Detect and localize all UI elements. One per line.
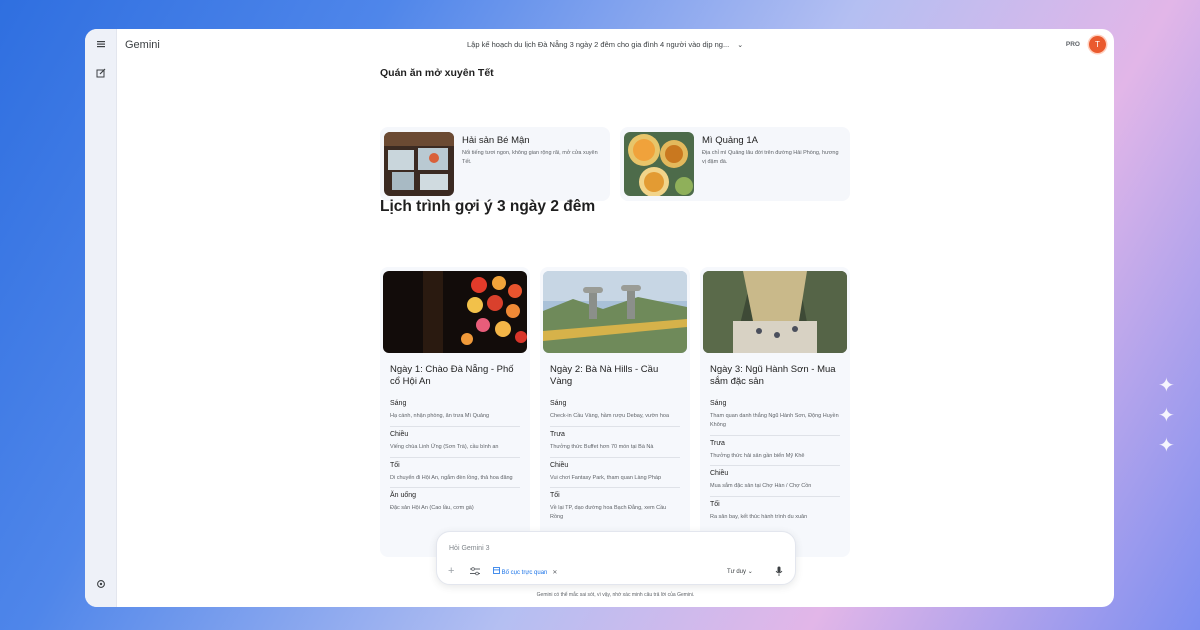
plan-badge: PRO	[1065, 41, 1080, 48]
day-section: Trưa Thưởng thức hải sản gần biển Mỹ Khê	[710, 436, 840, 467]
sparkle-icon: ✦	[1158, 405, 1175, 427]
conversation-title[interactable]: Lập kế hoạch du lịch Đà Nẵng 3 ngày 2 đê…	[467, 40, 743, 49]
section-text: Mua sắm đặc sản tại Chợ Hàn / Chợ Cồn	[710, 483, 812, 490]
mode-selector[interactable]: Tư duy ⌄	[727, 568, 753, 575]
restaurant-description: Nổi tiếng tươi ngon, không gian rộng rãi…	[462, 150, 598, 165]
section-label: Ăn uống	[390, 492, 417, 500]
avatar[interactable]: T	[1089, 36, 1106, 53]
day-photo	[383, 271, 527, 353]
restaurants-heading: Quán ăn mở xuyên Tết	[380, 67, 494, 79]
section-label: Tối	[390, 461, 400, 469]
section-label: Trưa	[550, 430, 565, 438]
section-text: Ra sân bay, kết thúc hành trình du xuân	[710, 514, 808, 521]
visual-layout-chip[interactable]: Bố cục trực quan ✕	[493, 567, 557, 576]
prompt-composer[interactable]: Hỏi Gemini 3 + Bố cục trực quan ✕ Tư duy …	[436, 531, 796, 585]
section-label: Tối	[710, 501, 720, 509]
section-label: Tối	[550, 492, 560, 500]
day-section: Chiều Viếng chùa Linh Ứng (Sơn Trà), cầu…	[390, 427, 520, 458]
restaurant-name: Mì Quảng 1A	[702, 135, 758, 146]
prompt-input[interactable]: Hỏi Gemini 3	[449, 545, 489, 552]
top-bar: Gemini Lập kế hoạch du lịch Đà Nẵng 3 ng…	[117, 29, 1114, 61]
section-label: Trưa	[710, 439, 725, 447]
day-section: Sáng Hạ cánh, nhận phòng, ăn trưa Mì Quả…	[390, 396, 520, 427]
plus-icon[interactable]: +	[448, 565, 454, 577]
section-text: Thưởng thức hải sản gần biển Mỹ Khê	[710, 452, 805, 459]
day-card[interactable]: Ngày 2: Bà Nà Hills - Cầu Vàng Sáng Chec…	[540, 267, 690, 557]
tools-icon[interactable]	[470, 567, 480, 578]
day-section: Tối Di chuyển đi Hội An, ngắm đèn lồng, …	[390, 458, 520, 489]
day-section: Chiều Mua sắm đặc sản tại Chợ Hàn / Chợ …	[710, 466, 840, 498]
day-section: Sáng Tham quan danh thắng Ngũ Hành Sơn, …	[710, 396, 840, 436]
app-name: Gemini	[125, 39, 160, 51]
day-photo	[543, 271, 687, 353]
day-sections: Sáng Hạ cánh, nhận phòng, ăn trưa Mì Quả…	[390, 396, 520, 518]
itinerary-heading: Lịch trình gợi ý 3 ngày 2 đêm	[380, 198, 596, 215]
chevron-down-icon: ⌄	[747, 569, 753, 575]
section-label: Sáng	[550, 400, 567, 407]
layout-icon	[493, 567, 502, 576]
sparkle-icon: ✦	[1158, 435, 1175, 457]
section-text: Đặc sản Hội An (Cao lầu, cơm gà)	[390, 505, 474, 512]
sidebar-rail	[85, 29, 117, 607]
restaurant-description: Địa chỉ mì Quảng lâu đời trên đường Hải …	[702, 150, 839, 165]
chip-label: Bố cục trực quan	[501, 570, 548, 576]
mode-label: Tư duy	[727, 569, 747, 575]
day-section: Tối Ra sân bay, kết thúc hành trình du x…	[710, 497, 840, 527]
edit-icon[interactable]	[93, 67, 109, 83]
day-photo	[703, 271, 847, 353]
day-section: Tối Về lại TP, dạo đường hoa Bạch Đằng, …	[550, 488, 680, 527]
day-title: Ngày 3: Ngũ Hành Sơn - Mua sắm đặc sản	[710, 364, 836, 387]
section-text: Hạ cánh, nhận phòng, ăn trưa Mì Quảng	[390, 413, 490, 419]
restaurant-photo	[624, 132, 694, 196]
section-text: Vui chơi Fantasy Park, tham quan Làng Ph…	[550, 474, 662, 481]
menu-icon[interactable]	[93, 38, 109, 54]
day-section: Ăn uống Đặc sản Hội An (Cao lầu, cơm gà)	[390, 488, 520, 518]
day-title: Ngày 1: Chào Đà Nẵng - Phố cổ Hội An	[390, 364, 514, 387]
section-label: Chiều	[550, 461, 569, 469]
restaurant-name: Hải sản Bé Mận	[462, 135, 530, 146]
day-title: Ngày 2: Bà Nà Hills - Cầu Vàng	[550, 364, 659, 387]
section-text: Check-in Cầu Vàng, hầm rượu Debay, vườn …	[550, 413, 670, 419]
day-sections: Sáng Check-in Cầu Vàng, hầm rượu Debay, …	[550, 396, 680, 527]
close-icon[interactable]: ✕	[552, 570, 557, 576]
section-label: Chiều	[390, 430, 409, 438]
mic-icon[interactable]	[775, 566, 783, 578]
day-section: Chiều Vui chơi Fantasy Park, tham quan L…	[550, 458, 680, 489]
day-sections: Sáng Tham quan danh thắng Ngũ Hành Sơn, …	[710, 396, 840, 527]
restaurant-photo	[384, 132, 454, 196]
section-label: Sáng	[710, 400, 727, 407]
sparkle-icon: ✦	[1158, 375, 1175, 397]
day-section: Trưa Thưởng thức Buffet hơn 70 món tại B…	[550, 427, 680, 458]
disclaimer-text: Gemini có thể mắc sai sót, vì vậy, nhớ x…	[536, 592, 695, 598]
section-text: Tham quan danh thắng Ngũ Hành Sơn, Động …	[710, 413, 839, 428]
restaurant-card[interactable]: Hải sản Bé Mận Nổi tiếng tươi ngon, khôn…	[380, 127, 610, 201]
conversation-title-text: Lập kế hoạch du lịch Đà Nẵng 3 ngày 2 đê…	[467, 40, 730, 49]
section-text: Thưởng thức Buffet hơn 70 món tại Bà Nà	[550, 443, 654, 450]
section-label: Sáng	[390, 400, 407, 407]
section-text: Viếng chùa Linh Ứng (Sơn Trà), cầu bình …	[390, 443, 499, 450]
section-text: Di chuyển đi Hội An, ngắm đèn lồng, thả …	[390, 474, 513, 481]
day-section: Sáng Check-in Cầu Vàng, hầm rượu Debay, …	[550, 396, 680, 427]
section-label: Chiều	[710, 470, 729, 478]
day-card[interactable]: Ngày 1: Chào Đà Nẵng - Phố cổ Hội An Sán…	[380, 267, 530, 557]
chevron-down-icon[interactable]: ⌄	[737, 42, 743, 49]
app-window: Gemini Lập kế hoạch du lịch Đà Nẵng 3 ng…	[85, 29, 1114, 607]
day-card[interactable]: Ngày 3: Ngũ Hành Sơn - Mua sắm đặc sản S…	[700, 267, 850, 557]
restaurant-card[interactable]: Mì Quảng 1A Địa chỉ mì Quảng lâu đời trê…	[620, 127, 850, 201]
section-text: Về lại TP, dạo đường hoa Bạch Đằng, xem …	[550, 505, 667, 521]
